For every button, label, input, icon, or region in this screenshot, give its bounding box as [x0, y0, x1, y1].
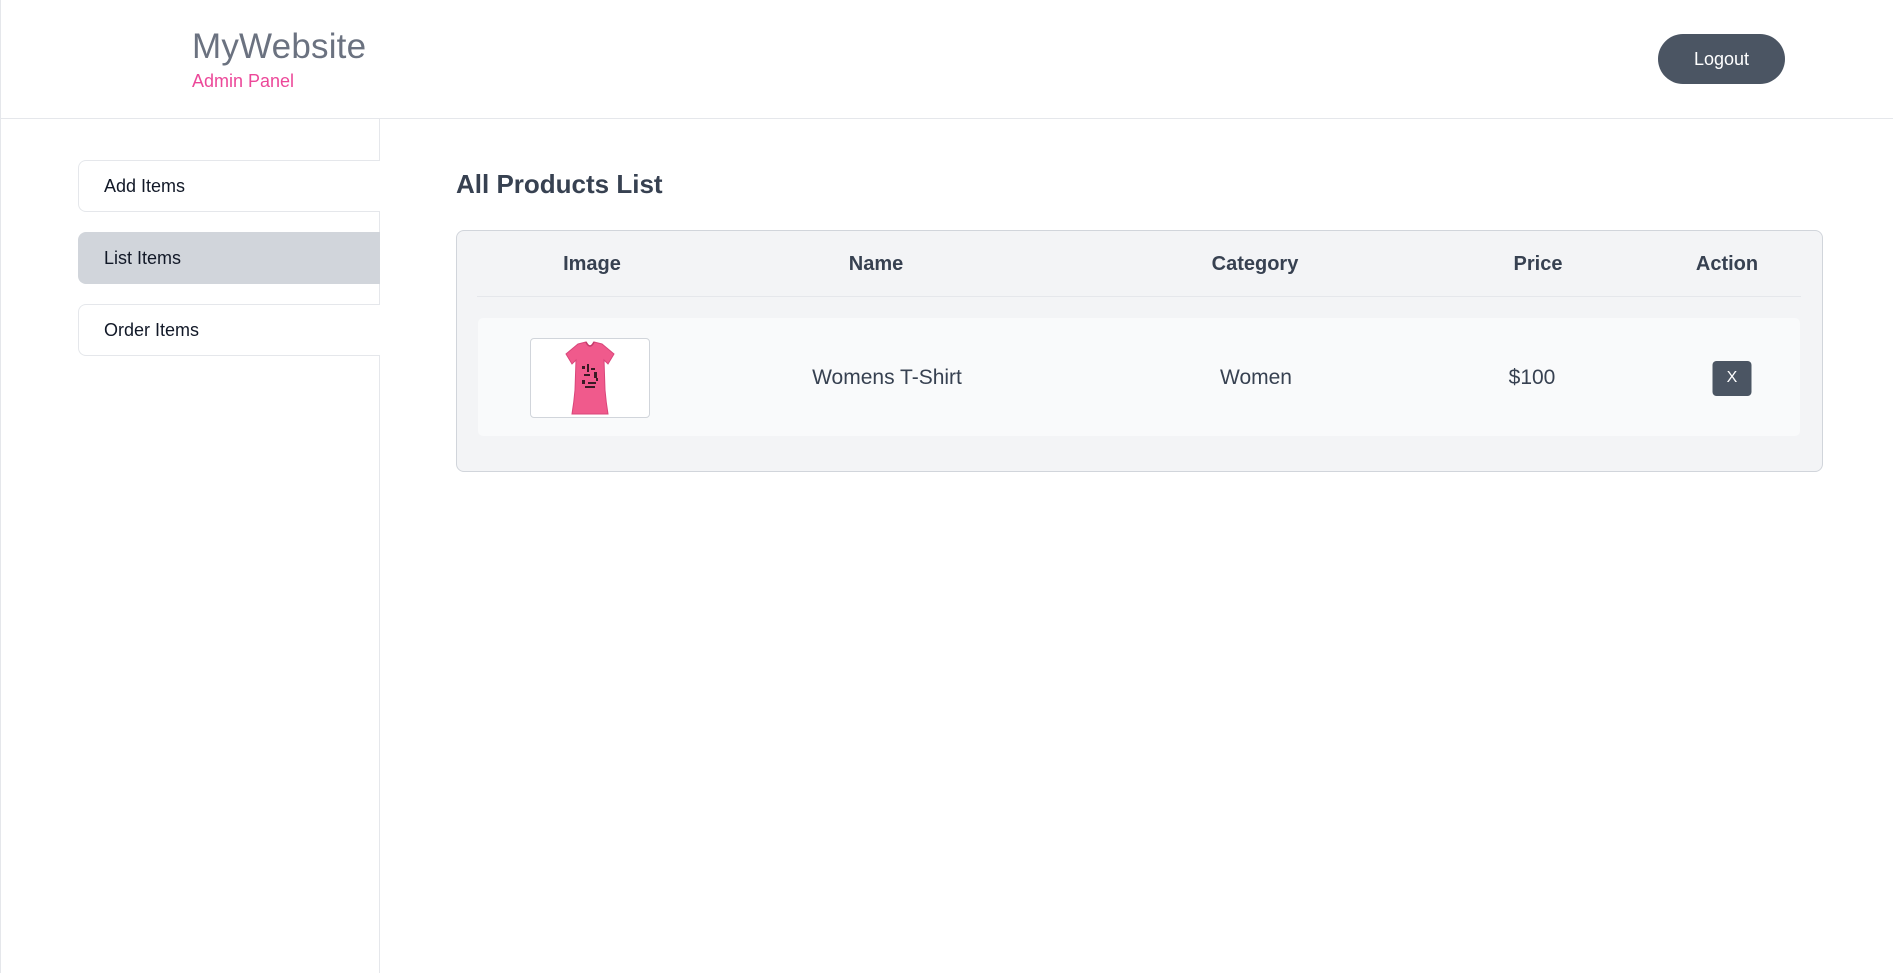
product-price: $100: [1508, 366, 1556, 389]
sidebar-item-label: Order Items: [104, 319, 200, 340]
sidebar: Add Items List Items Order Items: [0, 119, 380, 973]
logout-button[interactable]: Logout: [1658, 34, 1785, 84]
pink-tshirt-image: [565, 341, 615, 415]
table-row: Womens T-Shirt Women $100 X: [477, 317, 1801, 437]
admin-panel-label: Admin Panel: [192, 71, 295, 91]
product-category: Women: [1220, 366, 1292, 389]
column-header-image: Image: [563, 252, 621, 275]
sidebar-item-add-items[interactable]: Add Items: [78, 160, 380, 212]
product-thumbnail: [530, 338, 650, 418]
column-header-action: Action: [1695, 252, 1759, 275]
sidebar-item-order-items[interactable]: Order Items: [78, 304, 380, 356]
table-header: Image Name Category Price Action: [477, 231, 1801, 297]
top-header: MyWebsite Admin Panel Logout: [0, 0, 1893, 119]
column-header-name: Name: [848, 252, 904, 275]
product-name: Womens T-Shirt: [812, 366, 962, 389]
sidebar-item-label: Add Items: [104, 175, 186, 196]
sidebar-item-list-items[interactable]: List Items: [78, 232, 380, 284]
products-table: Image Name Category Price Action Womens …: [456, 230, 1823, 472]
column-header-category: Category: [1211, 252, 1299, 275]
product-image-cell: [530, 318, 650, 438]
brand: MyWebsite Admin Panel: [192, 26, 366, 92]
column-header-price: Price: [1513, 252, 1563, 275]
page-title: All Products List: [456, 169, 663, 199]
site-title: MyWebsite: [192, 27, 367, 66]
sidebar-item-label: List Items: [104, 247, 182, 268]
action-cell: X: [1712, 318, 1752, 438]
delete-button[interactable]: X: [1712, 360, 1752, 396]
